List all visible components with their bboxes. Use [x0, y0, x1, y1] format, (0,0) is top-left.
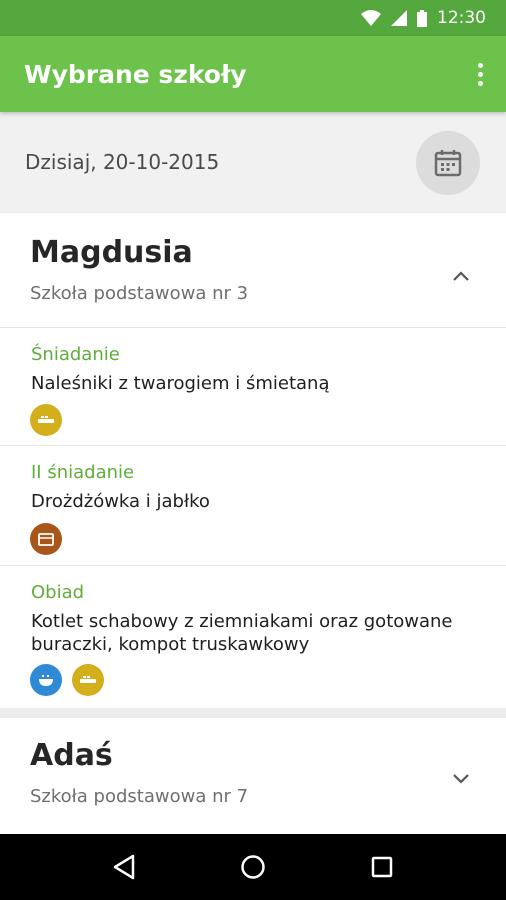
status-time: 12:30: [437, 8, 486, 28]
meal-description: Naleśniki z twarogiem i śmietaną: [31, 373, 330, 394]
school-name: Szkoła podstawowa nr 7: [30, 786, 249, 807]
home-icon: [241, 855, 265, 879]
app-bar: Wybrane szkoły: [0, 36, 506, 112]
child-name: Magdusia: [30, 235, 193, 270]
date-label: Dzisiaj, 20-10-2015: [25, 150, 220, 174]
page-title: Wybrane szkoły: [24, 59, 247, 89]
meal-name: II śniadanie: [31, 462, 135, 483]
back-button[interactable]: [104, 847, 144, 887]
navigation-bar: [0, 834, 506, 900]
home-button[interactable]: [233, 847, 273, 887]
school-name: Szkoła podstawowa nr 3: [30, 283, 249, 304]
child-name: Adaś: [30, 738, 113, 773]
back-icon: [114, 854, 135, 880]
meal-item[interactable]: Śniadanie Naleśniki z twarogiem i śmieta…: [0, 327, 506, 445]
battery-icon: [417, 9, 427, 27]
meal-item[interactable]: II śniadanie Drożdżówka i jabłko: [0, 445, 506, 565]
dairy-icon: [72, 664, 104, 696]
signal-icon: [391, 10, 407, 26]
chevron-down-icon: [453, 774, 469, 784]
recents-icon: [371, 856, 392, 878]
meal-name: Śniadanie: [31, 344, 120, 365]
soup-icon: [30, 664, 62, 696]
expand-button[interactable]: [450, 768, 472, 790]
recents-button[interactable]: [362, 847, 402, 887]
collapse-button[interactable]: [450, 265, 472, 287]
meal-name: Obiad: [31, 582, 85, 603]
calendar-icon: [434, 150, 462, 177]
calendar-button[interactable]: [416, 131, 480, 195]
wifi-icon: [361, 10, 381, 26]
chevron-up-icon: [453, 271, 469, 281]
child-card[interactable]: Adaś Szkoła podstawowa nr 7: [0, 718, 506, 834]
meal-description: Kotlet schabowy z ziemniakami oraz gotow…: [31, 611, 453, 655]
date-row: Dzisiaj, 20-10-2015: [0, 112, 506, 212]
meal-description: Drożdżówka i jabłko: [31, 491, 210, 512]
meal-item[interactable]: Obiad Kotlet schabowy z ziemniakami oraz…: [0, 565, 506, 708]
status-bar: 12:30: [0, 0, 506, 36]
child-card: Magdusia Szkoła podstawowa nr 3 Śniadani…: [0, 213, 506, 708]
bakery-icon: [30, 523, 62, 555]
overflow-menu-icon[interactable]: [468, 58, 492, 90]
dairy-icon: [30, 404, 62, 436]
